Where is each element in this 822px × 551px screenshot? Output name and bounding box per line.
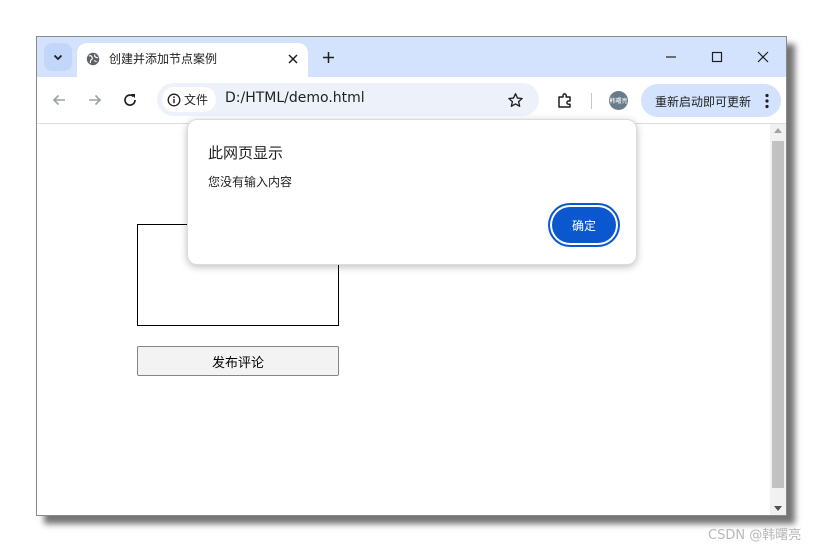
scroll-up-arrow[interactable] — [774, 128, 782, 133]
scroll-down-arrow[interactable] — [774, 506, 782, 511]
publish-comment-button[interactable]: 发布评论 — [137, 346, 339, 376]
maximize-icon — [711, 51, 723, 63]
more-button[interactable] — [761, 91, 773, 111]
minimize-button[interactable] — [658, 44, 684, 70]
browser-window: 创建并添加节点案例 文件 D:/HTML/demo.html 韩曙亮 重新启动即… — [36, 36, 787, 516]
star-icon — [507, 92, 523, 107]
tab-strip: 创建并添加节点案例 — [37, 37, 786, 77]
tab-search-button[interactable] — [44, 43, 72, 71]
chevron-down-icon — [53, 54, 63, 61]
security-chip-label: 文件 — [184, 93, 209, 107]
new-tab-button[interactable] — [316, 45, 340, 69]
forward-icon — [89, 94, 102, 106]
active-tab[interactable]: 创建并添加节点案例 — [77, 43, 308, 77]
toolbar-divider — [591, 93, 592, 109]
plus-icon — [322, 51, 334, 63]
back-button[interactable] — [46, 87, 72, 113]
reload-icon — [124, 94, 136, 106]
maximize-button[interactable] — [704, 44, 730, 70]
dialog-message: 您没有输入内容 — [208, 175, 293, 189]
alert-dialog: 此网页显示 您没有输入内容 确定 — [187, 119, 637, 265]
update-label: 重新启动即可更新 — [655, 95, 752, 109]
address-bar[interactable]: 文件 D:/HTML/demo.html — [157, 83, 539, 116]
tab-close-button[interactable] — [283, 49, 303, 69]
minimize-icon — [666, 56, 676, 58]
window-close-button[interactable] — [750, 44, 776, 70]
bookmark-button[interactable] — [503, 88, 527, 112]
url-text[interactable]: D:/HTML/demo.html — [225, 90, 365, 106]
ok-button[interactable]: 确定 — [552, 207, 616, 243]
dialog-title: 此网页显示 — [208, 144, 284, 162]
info-icon — [167, 93, 181, 106]
avatar-text: 韩曙亮 — [609, 98, 628, 105]
close-icon — [288, 54, 298, 64]
close-icon — [757, 51, 769, 63]
vertical-scrollbar[interactable] — [770, 124, 786, 515]
scroll-thumb[interactable] — [772, 141, 784, 488]
tab-title: 创建并添加节点案例 — [109, 52, 218, 66]
more-icon — [765, 93, 769, 109]
toolbar: 文件 D:/HTML/demo.html 韩曙亮 重新启动即可更新 — [37, 77, 786, 124]
globe-icon — [86, 52, 100, 66]
back-icon — [52, 94, 65, 106]
extensions-icon — [558, 93, 571, 108]
watermark: CSDN @韩曙亮 — [708, 528, 802, 543]
forward-button[interactable] — [82, 87, 108, 113]
site-info-chip[interactable]: 文件 — [162, 87, 216, 112]
extensions-button[interactable] — [553, 89, 577, 113]
update-button[interactable]: 重新启动即可更新 — [641, 84, 781, 117]
profile-avatar[interactable]: 韩曙亮 — [609, 91, 628, 110]
reload-button[interactable] — [117, 87, 143, 113]
